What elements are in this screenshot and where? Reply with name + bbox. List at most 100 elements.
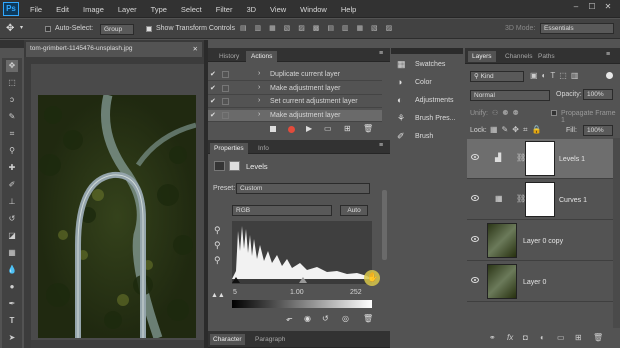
- expand-icon[interactable]: ›: [258, 70, 260, 77]
- eye-icon[interactable]: [471, 154, 479, 160]
- check-icon[interactable]: ✔: [210, 97, 216, 105]
- menu-item-image[interactable]: Image: [83, 5, 104, 14]
- new-layer-icon[interactable]: ⊞: [575, 333, 582, 342]
- menu-item-window[interactable]: Window: [300, 5, 327, 14]
- tab-history[interactable]: History: [214, 51, 244, 62]
- lock-icons[interactable]: ▦✎✥⌗🔒: [490, 125, 545, 135]
- eye-icon[interactable]: [471, 277, 479, 283]
- layer-thumbnail[interactable]: [487, 264, 517, 299]
- action-row[interactable]: ✔ › Make adjustment layer: [208, 83, 382, 95]
- layer-thumbnail[interactable]: [487, 223, 517, 258]
- brush-tool-icon[interactable]: ✐: [6, 179, 18, 191]
- side-item-brush-presets[interactable]: ⚘ Brush Pres...: [393, 111, 461, 127]
- side-item-color[interactable]: ◑ Color: [393, 75, 461, 91]
- canvas-image[interactable]: [38, 95, 196, 338]
- menu-item-layer[interactable]: Layer: [118, 5, 137, 14]
- align-icons[interactable]: ▤ ▥ ▦ ▧ ▨ ▩ ▤ ▥ ▦ ▧ ▨: [240, 24, 395, 32]
- layers-panel-menu-icon[interactable]: ≡: [606, 51, 610, 58]
- maximize-icon[interactable]: ☐: [584, 2, 600, 11]
- clone-stamp-icon[interactable]: ⊥: [6, 196, 18, 208]
- tab-actions[interactable]: Actions: [246, 51, 278, 62]
- healing-brush-icon[interactable]: ✚: [6, 162, 18, 174]
- fill-input[interactable]: 100%: [583, 125, 613, 136]
- auto-select-dropdown[interactable]: Group: [100, 24, 134, 35]
- path-select-icon[interactable]: ➤: [6, 332, 18, 344]
- check-icon[interactable]: ✔: [210, 70, 216, 78]
- expand-icon[interactable]: ›: [258, 84, 260, 91]
- minimize-icon[interactable]: –: [568, 2, 584, 11]
- side-item-swatches[interactable]: ▦ Swatches: [393, 57, 461, 73]
- black-eyedropper-icon[interactable]: ⚲: [214, 225, 221, 236]
- transform-controls-checkbox[interactable]: [146, 26, 152, 32]
- menu-item-help[interactable]: Help: [341, 5, 356, 14]
- play-icon[interactable]: ▶: [306, 124, 312, 133]
- white-eyedropper-icon[interactable]: ⚲: [214, 255, 221, 266]
- menu-item-select[interactable]: Select: [181, 5, 202, 14]
- menu-item-file[interactable]: File: [30, 5, 42, 14]
- side-item-adjustments[interactable]: ◐ Adjustments: [393, 93, 461, 109]
- eyedropper-tool-icon[interactable]: ⚲: [6, 145, 18, 157]
- tab-paths[interactable]: Paths: [534, 51, 559, 62]
- channel-dropdown[interactable]: RGB: [232, 205, 332, 216]
- properties-scrollbar[interactable]: [382, 190, 387, 260]
- document-tab[interactable]: tom-grimbert-1145476-unsplash.jpg ✕: [26, 42, 202, 57]
- menu-item-type[interactable]: Type: [151, 5, 167, 14]
- clipping-warning-icon[interactable]: ▲▲: [211, 292, 225, 299]
- auto-select-checkbox[interactable]: [45, 26, 51, 32]
- opacity-input[interactable]: 100%: [583, 89, 613, 100]
- quick-select-icon[interactable]: ✎: [6, 111, 18, 123]
- action-row[interactable]: ✔ › Duplicate current layer: [208, 69, 382, 81]
- workspace-dropdown[interactable]: Essentials: [540, 23, 614, 34]
- tab-channels[interactable]: Channels: [501, 51, 536, 62]
- gamma-slider[interactable]: [299, 277, 307, 283]
- reset-icon[interactable]: ↺: [322, 314, 329, 323]
- close-tab-icon[interactable]: ✕: [193, 45, 198, 53]
- close-icon[interactable]: ✕: [600, 2, 616, 11]
- menu-item-edit[interactable]: Edit: [56, 5, 69, 14]
- folder-icon[interactable]: ▭: [324, 124, 332, 133]
- type-tool-icon[interactable]: T: [6, 315, 18, 327]
- stop-icon[interactable]: [270, 126, 276, 132]
- eye-icon[interactable]: [471, 236, 479, 242]
- dialog-toggle[interactable]: [222, 84, 229, 92]
- history-brush-icon[interactable]: ↺: [6, 213, 18, 225]
- new-action-icon[interactable]: ⊞: [344, 124, 351, 133]
- action-row[interactable]: ✔ › Make adjustment layer: [208, 109, 382, 122]
- input-gamma-value[interactable]: 1.00: [290, 289, 304, 296]
- visibility-icon[interactable]: ◎: [342, 314, 349, 323]
- layers-scrollbar[interactable]: [613, 138, 620, 328]
- filter-icons[interactable]: ▣◐T⬚▥: [530, 71, 582, 80]
- input-black-value[interactable]: 5: [233, 289, 237, 296]
- dialog-toggle[interactable]: [222, 111, 229, 119]
- tab-properties[interactable]: Properties: [210, 143, 248, 154]
- dodge-tool-icon[interactable]: ●: [6, 281, 18, 293]
- actions-panel-menu-icon[interactable]: ≡: [379, 50, 383, 57]
- crop-tool-icon[interactable]: ⌗: [6, 128, 18, 140]
- eye-icon[interactable]: [471, 195, 479, 201]
- properties-menu-icon[interactable]: ≡: [379, 142, 383, 149]
- fx-icon[interactable]: fx: [507, 333, 513, 342]
- action-row[interactable]: ✔ › Set current adjustment layer: [208, 96, 382, 108]
- tab-info[interactable]: Info: [254, 143, 273, 154]
- expand-icon[interactable]: ›: [258, 97, 260, 104]
- delete-layer-icon[interactable]: 🗑: [593, 333, 603, 342]
- layer-row[interactable]: Layer 0 copy: [467, 221, 613, 261]
- chevron-down-icon[interactable]: ▾: [20, 24, 23, 31]
- tab-layers[interactable]: Layers: [468, 51, 496, 62]
- pen-tool-icon[interactable]: ✒: [6, 298, 18, 310]
- eraser-tool-icon[interactable]: ◪: [6, 230, 18, 242]
- group-icon[interactable]: ▭: [557, 333, 565, 342]
- move-tool-icon[interactable]: ✥: [6, 60, 18, 72]
- marquee-tool-icon[interactable]: ⬚: [6, 77, 18, 89]
- layer-row[interactable]: ▟ ⛓ Levels 1: [467, 139, 613, 179]
- propagate-checkbox[interactable]: [551, 110, 557, 116]
- lasso-tool-icon[interactable]: ↄ: [6, 94, 18, 106]
- input-white-value[interactable]: 252: [350, 289, 362, 296]
- layer-name[interactable]: Layer 0 copy: [523, 238, 563, 245]
- add-mask-icon[interactable]: ◘: [523, 333, 528, 342]
- filter-toggle[interactable]: [606, 72, 613, 79]
- delete-icon[interactable]: 🗑: [363, 314, 373, 323]
- layer-name[interactable]: Layer 0: [523, 279, 546, 286]
- preset-dropdown[interactable]: Custom: [236, 183, 370, 194]
- layer-name[interactable]: Curves 1: [559, 197, 587, 204]
